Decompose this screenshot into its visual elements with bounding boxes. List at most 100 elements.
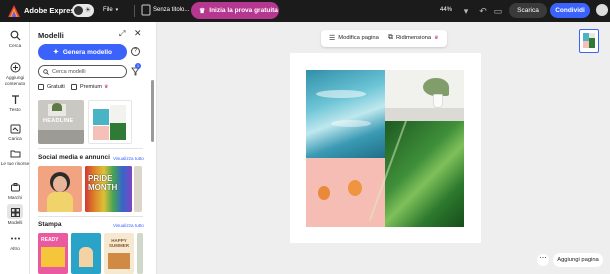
file-menu[interactable]: File ▾ [103,7,118,13]
rail-label: Carica [8,136,22,141]
generate-button-label: Genera modello [62,48,112,56]
sliders-icon: ☰ [329,35,336,42]
page-toolbar: ☰ Modifica pagina ⧉ Ridimensiona ♛ [321,30,447,47]
template-thumbnail-print-3[interactable]: HAPPY SUMMER [104,233,134,274]
rail-item-more[interactable]: Altro [0,233,30,252]
search-icon [10,30,20,41]
shirt-shape [47,192,73,212]
rail-item-add-content[interactable]: Aggiungi contenuto [0,62,30,86]
template-thumbnail-portrait[interactable] [38,166,82,212]
toggle-knob [74,6,83,15]
checkbox [38,84,44,90]
thumbnail-text: HEADLINE [43,118,74,124]
rail-item-text[interactable]: Testo [0,94,30,113]
rail-item-your-assets[interactable]: Le tue risorse [0,148,30,167]
brand-name: Adobe Express [24,6,79,15]
template-thumbnail-partial[interactable] [137,233,143,274]
water-photo[interactable] [306,70,385,158]
plant-image [110,105,126,123]
plant-image [52,103,62,111]
filter-free-checkbox[interactable]: Gratuiti [38,84,65,90]
download-button[interactable]: Scarica [509,3,547,18]
generate-template-button[interactable]: ✦ Genera modello [38,44,127,60]
cloud-document-icon [141,4,151,16]
trial-button-label: Inizia la prova gratuita [209,7,278,14]
water-image [93,109,109,125]
filter-premium-label: Premium [80,84,103,90]
add-page-button[interactable]: Aggiungi pagina [553,253,603,267]
face-shape [53,176,67,192]
upload-icon [10,124,20,134]
comment-icon[interactable]: ▭ [492,5,504,17]
template-thumbnail-partial[interactable] [134,166,142,212]
person-shape [79,247,93,267]
rail-label: Modelli [7,220,23,225]
avatar[interactable] [596,4,608,16]
thumbnail-text: HAPPY SUMMER [109,238,129,248]
peaches-photo[interactable] [306,158,385,227]
template-thumbnail-print-2[interactable] [71,233,101,274]
filter-premium-checkbox[interactable]: Premium ♛ [71,84,109,90]
photo-block [108,253,130,269]
template-thumbnail-pride-month[interactable]: PRIDE MONTH [85,166,132,212]
see-all-social-link[interactable]: Visualizza tutto [113,156,144,161]
resize-button[interactable]: ⧉ Ridimensiona ♛ [388,34,439,42]
section-title-social: Social media e annunci [38,154,110,161]
start-free-trial-button[interactable]: ♛ Inizia la prova gratuita [191,2,279,19]
brand-icon [10,183,20,192]
thumbnail-text: PRIDE MONTH [88,174,118,192]
expand-icon[interactable]: ⤢ [119,29,125,39]
rail-item-brands[interactable]: Marchi [0,182,30,201]
vase-shape [433,94,443,108]
rail-item-search[interactable]: Cerca [0,30,30,49]
resize-icon: ⧉ [388,34,393,41]
rail-label: Testo [9,107,21,112]
checkbox [71,84,77,90]
adobe-express-logo[interactable] [8,5,20,17]
leaf-image [110,123,126,140]
filter-count-badge: 1 [135,63,141,69]
zoom-dropdown-icon[interactable]: ▾ [460,5,472,17]
plant-photo[interactable] [385,70,464,121]
help-icon[interactable]: ? [131,47,140,56]
theme-toggle[interactable]: ☀ [72,4,94,17]
canvas-page[interactable] [290,53,481,243]
search-templates-input[interactable]: Cerca modelli [38,65,127,78]
panel-scrollbar[interactable] [151,80,154,142]
photo-block [41,247,65,267]
undo-icon[interactable]: ↶ [477,5,489,17]
search-icon [43,68,49,75]
panel-title: Modelli [38,31,64,40]
canvas-area[interactable]: ☰ Modifica pagina ⧉ Ridimensiona ♛ ⋯ Agg… [157,22,610,274]
edit-page-label: Modifica pagina [338,35,379,41]
more-options-button[interactable]: ⋯ [537,254,549,266]
rail-item-templates[interactable]: Modelli [0,204,30,226]
sparkle-icon: ✦ [53,49,59,56]
template-thumbnail-headline[interactable]: HEADLINE [38,100,84,144]
close-icon[interactable]: ✕ [134,28,142,39]
leaf-photo[interactable] [368,120,464,227]
chevron-down-icon: ▾ [115,7,119,13]
share-button[interactable]: Condividi [550,3,590,18]
crown-icon: ♛ [104,84,109,90]
thumbnail-text: READY [41,237,59,243]
thumb-cell [589,38,595,48]
peach-image [93,126,109,140]
document-title[interactable]: Senza titolo... [153,7,189,13]
see-all-print-link[interactable]: Visualizza tutto [113,223,144,228]
wave-highlight [331,120,371,127]
divider [134,5,135,17]
template-thumbnail-collage[interactable] [88,100,132,144]
peach-shape [318,186,330,200]
page-thumbnail[interactable] [579,29,599,53]
zoom-level[interactable]: 44% [440,7,452,13]
template-thumbnail-print-1[interactable]: READY [38,233,68,274]
wave-highlight [316,90,366,98]
rail-label: Cerca [8,43,22,48]
rail-item-upload[interactable]: Carica [0,123,30,142]
shelf-shape [385,108,464,121]
edit-page-button[interactable]: ☰ Modifica pagina [329,34,379,42]
table-image [38,130,84,144]
divider [38,148,143,149]
text-icon [11,95,19,104]
